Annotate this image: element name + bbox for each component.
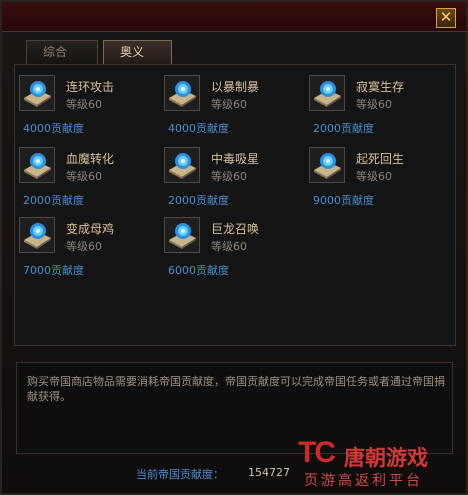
skill-name: 起死回生 xyxy=(356,152,405,166)
skill-book-icon[interactable] xyxy=(19,217,55,253)
contribution-shop-window: ✕ 综合 奥义技能 连环攻击 等级60 4000贡献度 以暴制暴 等级60 40… xyxy=(0,0,468,495)
skill-name: 中毒吸星 xyxy=(211,152,260,166)
title-bar[interactable]: ✕ xyxy=(2,2,466,32)
skill-book-icon[interactable] xyxy=(19,147,55,183)
skill-cost: 9000贡献度 xyxy=(313,194,374,207)
skill-item[interactable]: 变成母鸡 等级60 7000贡献度 xyxy=(19,217,149,281)
skill-book-icon[interactable] xyxy=(164,147,200,183)
skill-level: 等级60 xyxy=(66,170,102,183)
skill-name: 血魔转化 xyxy=(66,152,115,166)
tab-general[interactable]: 综合 xyxy=(26,40,98,64)
watermark-tc: TC xyxy=(298,436,336,469)
skill-cost: 4000贡献度 xyxy=(23,122,84,135)
skill-level: 等级60 xyxy=(211,98,247,111)
skill-name: 连环攻击 xyxy=(66,80,115,94)
skill-level: 等级60 xyxy=(356,98,392,111)
skill-level: 等级60 xyxy=(356,170,392,183)
watermark-sub-text: 页游高返利平台 xyxy=(304,473,423,489)
skill-cost: 2000贡献度 xyxy=(168,194,229,207)
skill-item[interactable]: 血魔转化 等级60 2000贡献度 xyxy=(19,147,149,211)
skill-item[interactable]: 寂寞生存 等级60 2000贡献度 xyxy=(309,75,439,139)
skill-cost: 7000贡献度 xyxy=(23,264,84,277)
skill-level: 等级60 xyxy=(66,98,102,111)
skill-name: 变成母鸡 xyxy=(66,222,115,236)
contribution-label: 当前帝国贡献度： xyxy=(136,468,224,481)
watermark-main-text: 唐朝游戏 xyxy=(344,446,428,470)
description-text: 购买帝国商店物品需要消耗帝国贡献度，帝国贡献度可以完成帝国任务或者通过帝国捐献获… xyxy=(27,375,445,403)
skill-item[interactable]: 连环攻击 等级60 4000贡献度 xyxy=(19,75,149,139)
skill-cost: 6000贡献度 xyxy=(168,264,229,277)
skill-book-icon[interactable] xyxy=(309,147,345,183)
skill-level: 等级60 xyxy=(66,240,102,253)
skill-level: 等级60 xyxy=(211,240,247,253)
skill-cost: 4000贡献度 xyxy=(168,122,229,135)
skill-item[interactable]: 巨龙召唤 等级60 6000贡献度 xyxy=(164,217,294,281)
skill-name: 巨龙召唤 xyxy=(211,222,260,236)
skill-book-icon[interactable] xyxy=(19,75,55,111)
tab-ultimate-skills[interactable]: 奥义技能 xyxy=(103,40,172,81)
skill-book-icon[interactable] xyxy=(164,75,200,111)
skill-name: 以暴制暴 xyxy=(211,80,260,94)
skill-grid: 连环攻击 等级60 4000贡献度 以暴制暴 等级60 4000贡献度 寂寞生存… xyxy=(14,64,456,346)
close-button[interactable]: ✕ xyxy=(436,8,456,28)
skill-item[interactable]: 以暴制暴 等级60 4000贡献度 xyxy=(164,75,294,139)
skill-level: 等级60 xyxy=(211,170,247,183)
contribution-value: 154727 xyxy=(248,466,290,479)
skill-cost: 2000贡献度 xyxy=(23,194,84,207)
skill-name: 寂寞生存 xyxy=(356,80,405,94)
skill-book-icon[interactable] xyxy=(164,217,200,253)
skill-cost: 2000贡献度 xyxy=(313,122,374,135)
skill-item[interactable]: 起死回生 等级60 9000贡献度 xyxy=(309,147,439,211)
watermark-logo: TC 唐朝游戏 页游高返利平台 xyxy=(298,436,458,489)
skill-item[interactable]: 中毒吸星 等级60 2000贡献度 xyxy=(164,147,294,211)
skill-book-icon[interactable] xyxy=(309,75,345,111)
